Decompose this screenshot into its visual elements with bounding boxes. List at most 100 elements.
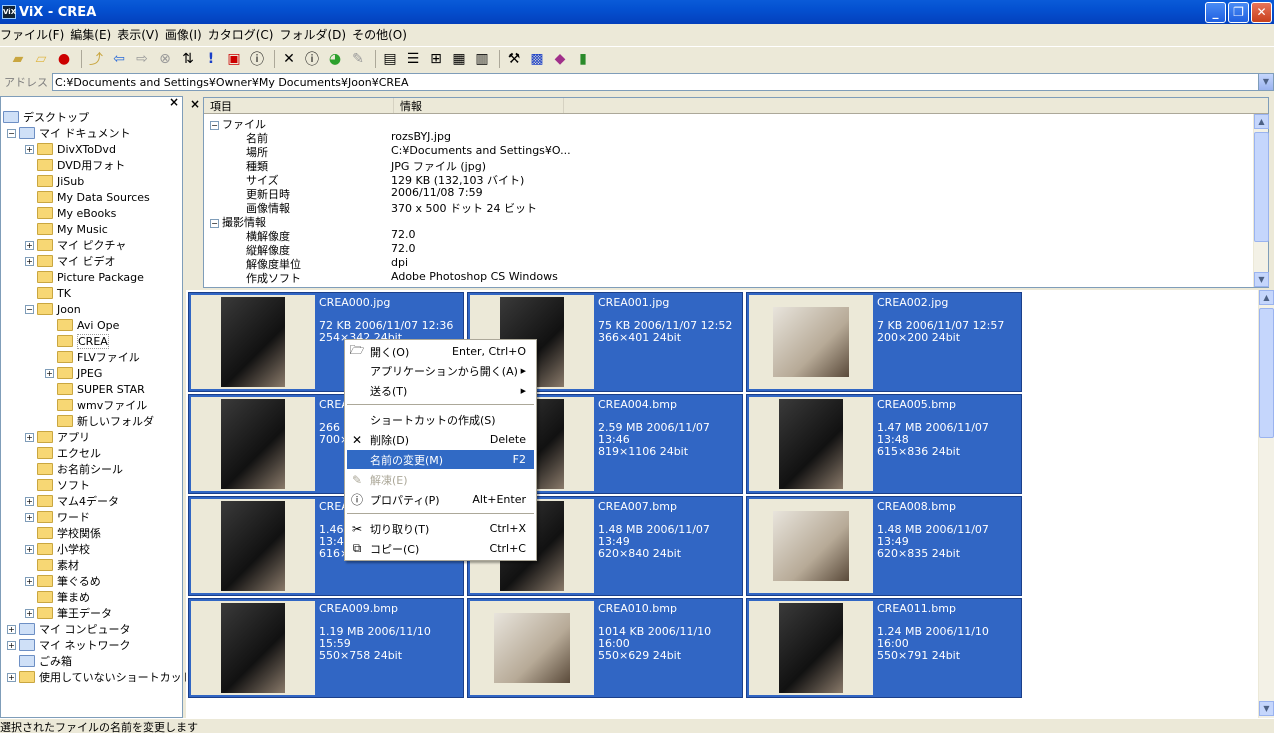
book-icon[interactable]: ◆	[550, 49, 570, 69]
open-folder-icon[interactable]: ▰	[8, 49, 28, 69]
wand-icon[interactable]: ✎	[348, 49, 368, 69]
tree-item-jisub[interactable]: JiSub	[37, 173, 84, 189]
tree-item-my-computer[interactable]: + マイ コンピュータ	[7, 621, 131, 637]
menu-catalog[interactable]: カタログ(C)	[208, 26, 280, 43]
scroll-down-icon[interactable]: ▼	[1259, 701, 1274, 716]
collapse-icon[interactable]: −	[210, 121, 219, 130]
large-icons-icon[interactable]: ⊞	[426, 49, 446, 69]
rainbow-icon[interactable]: ◕	[325, 49, 345, 69]
title-bar[interactable]: ViX ViX - CREA _ ❐ ✕	[0, 0, 1274, 24]
menu-item-create-shortcut[interactable]: ショートカットの作成(S)	[347, 410, 534, 429]
tree-item-my-documents[interactable]: − マイ ドキュメント	[7, 125, 131, 141]
thumbnail-item[interactable]: CREA011.bmp 1.24 MB 2006/11/10 16:00 550×7…	[746, 598, 1022, 698]
tree-item-unused-shortcuts[interactable]: + 使用していないショートカット	[7, 669, 193, 685]
info-icon[interactable]: ⓘ	[247, 49, 267, 69]
tree-item-apps[interactable]: + アプリ	[25, 429, 90, 445]
menu-other[interactable]: その他(O)	[352, 26, 413, 43]
properties-icon[interactable]: ⓘ	[302, 49, 322, 69]
menu-item-open-with[interactable]: アプリケーションから開く(A) ▶	[347, 361, 534, 380]
tree-item-school[interactable]: 学校関係	[37, 525, 101, 541]
new-folder-icon[interactable]: ▱	[31, 49, 51, 69]
tree-item-recycle-bin[interactable]: ごみ箱	[19, 653, 72, 669]
menu-item-properties[interactable]: ⓘ プロパティ(P) Alt+Enter	[347, 490, 534, 509]
props-group-file[interactable]: − ファイル	[210, 116, 266, 131]
tools-icon[interactable]: ⚒	[504, 49, 524, 69]
expand-icon[interactable]: +	[45, 368, 54, 378]
view-mode-icon[interactable]: ▤	[380, 49, 400, 69]
menu-item-open[interactable]: 🗁 開く(O) Enter, Ctrl+O	[347, 342, 534, 361]
expand-icon[interactable]: +	[7, 672, 16, 682]
back-icon[interactable]: ⇦	[109, 49, 129, 69]
tree-item-fudeou[interactable]: + 筆王データ	[25, 605, 112, 621]
tree-item-divxtodvd[interactable]: + DivXToDvd	[25, 141, 116, 157]
menu-item-rename[interactable]: 名前の変更(M) F2	[347, 450, 534, 469]
scroll-up-icon[interactable]: ▲	[1259, 290, 1274, 305]
tree-item-my-network[interactable]: + マイ ネットワーク	[7, 637, 131, 653]
exit-icon[interactable]: ▮	[573, 49, 593, 69]
tree-item-picture-package[interactable]: Picture Package	[37, 269, 144, 285]
tree-item-software[interactable]: ソフト	[37, 477, 90, 493]
tree-item-my-ebooks[interactable]: My eBooks	[37, 205, 116, 221]
tree-item-name-seal[interactable]: お名前シール	[37, 461, 123, 477]
tree-item-crea[interactable]: CREA	[57, 333, 109, 349]
thumbnail-item[interactable]: CREA010.bmp 1014 KB 2006/11/10 16:00 550×6…	[467, 598, 743, 698]
column-header-item[interactable]: 項目	[204, 98, 394, 113]
tree-item-avi-ope[interactable]: Avi Ope	[57, 317, 119, 333]
tree-item-fudegurume[interactable]: + 筆ぐるめ	[25, 573, 101, 589]
chevron-down-icon[interactable]: ▼	[1258, 74, 1273, 90]
tree-item-flv[interactable]: FLVファイル	[57, 349, 140, 365]
menu-item-copy[interactable]: ⧉ コピー(C) Ctrl+C	[347, 539, 534, 558]
record-icon[interactable]: ●	[54, 49, 74, 69]
minimize-button[interactable]: _	[1205, 1, 1226, 23]
menu-edit[interactable]: 編集(E)	[70, 26, 117, 43]
tree-item-my-videos[interactable]: + マイ ビデオ	[25, 253, 116, 269]
vix-icon[interactable]: ▩	[527, 49, 547, 69]
expand-icon[interactable]: +	[25, 432, 34, 442]
scroll-thumb[interactable]	[1259, 308, 1274, 438]
tree-item-my-music[interactable]: My Music	[37, 221, 108, 237]
tree-item-tk[interactable]: TK	[37, 285, 71, 301]
collapse-icon[interactable]: −	[7, 128, 16, 138]
thumbnail-item[interactable]: CREA009.bmp 1.19 MB 2006/11/10 15:59 550×7…	[188, 598, 464, 698]
scroll-up-icon[interactable]: ▲	[1254, 114, 1269, 129]
tree-item-wmv[interactable]: wmvファイル	[57, 397, 147, 413]
tree-item-elementary[interactable]: + 小学校	[25, 541, 90, 557]
tree-item-word[interactable]: + ワード	[25, 509, 90, 525]
details-thumb-icon[interactable]: ▦	[449, 49, 469, 69]
expand-icon[interactable]: +	[25, 608, 34, 618]
tree-item-my-pictures[interactable]: + マイ ピクチャ	[25, 237, 126, 253]
scroll-thumb[interactable]	[1254, 132, 1269, 242]
sort-icon[interactable]: ⇅	[178, 49, 198, 69]
expand-icon[interactable]: +	[25, 144, 34, 154]
tree-item-new-folder[interactable]: 新しいフォルダ	[57, 413, 154, 429]
tree-item-jpeg[interactable]: + JPEG	[45, 365, 102, 381]
thumbnail-scrollbar[interactable]: ▲ ▼	[1258, 290, 1274, 718]
menu-item-cut[interactable]: ✂ 切り取り(T) Ctrl+X	[347, 519, 534, 538]
window-icon[interactable]: ▣	[224, 49, 244, 69]
tree-item-joon[interactable]: − Joon	[25, 301, 81, 317]
collapse-icon[interactable]: −	[25, 304, 34, 314]
mark-icon[interactable]: !	[201, 49, 221, 69]
details-view-icon[interactable]: ▥	[472, 49, 492, 69]
expand-icon[interactable]: +	[25, 496, 34, 506]
properties-scrollbar[interactable]: ▲ ▼	[1253, 114, 1269, 287]
list-view-icon[interactable]: ☰	[403, 49, 423, 69]
stop-icon[interactable]: ⊗	[155, 49, 175, 69]
close-button[interactable]: ✕	[1251, 1, 1272, 23]
tree-item-mam4[interactable]: + マム4データ	[25, 493, 119, 509]
tree-item-dvd-photo[interactable]: DVD用フォト	[37, 157, 125, 173]
tree-item-materials[interactable]: 素材	[37, 557, 79, 573]
close-icon[interactable]: ×	[169, 95, 179, 109]
expand-icon[interactable]: +	[7, 624, 16, 634]
expand-icon[interactable]: +	[25, 512, 34, 522]
address-input[interactable]: C:¥Documents and Settings¥Owner¥My Docum…	[52, 73, 1274, 91]
maximize-button[interactable]: ❐	[1228, 1, 1249, 23]
tree-item-desktop[interactable]: デスクトップ	[3, 109, 89, 125]
tree-item-excel[interactable]: エクセル	[37, 445, 101, 461]
thumbnail-item[interactable]: CREA002.jpg 7 KB 2006/11/07 12:57 200×200 …	[746, 292, 1022, 392]
up-folder-icon[interactable]: ⤴	[86, 49, 106, 69]
expand-icon[interactable]: +	[7, 640, 16, 650]
expand-icon[interactable]: +	[25, 240, 34, 250]
menu-file[interactable]: ファイル(F)	[0, 26, 70, 43]
tree-item-fudemame[interactable]: 筆まめ	[37, 589, 90, 605]
